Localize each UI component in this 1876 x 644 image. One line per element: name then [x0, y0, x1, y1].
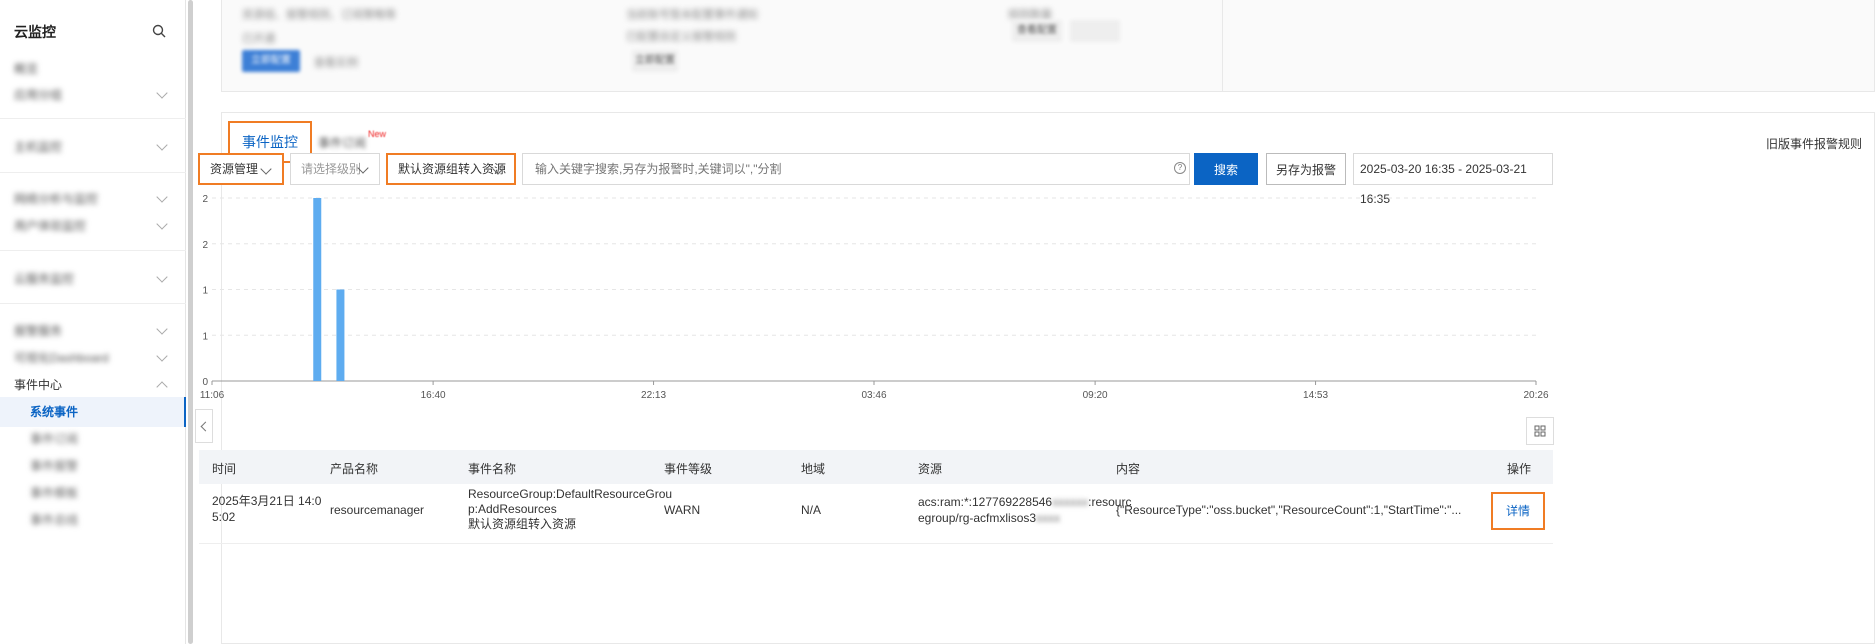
cell-event-name: ResourceGroup:DefaultResourceGrou p:AddR… — [468, 487, 672, 532]
sidebar-item-host-monitor[interactable]: 主机监控 — [14, 138, 174, 156]
level-select-placeholder: 请选择级别 — [301, 162, 362, 176]
date-range-picker[interactable]: 2025-03-20 16:35 - 2025-03-21 16:35 — [1353, 153, 1553, 206]
details-link[interactable]: 详情 — [1491, 492, 1545, 530]
panel-button[interactable]: 立即配置 — [242, 50, 300, 72]
x-tick-label: 03:46 — [861, 390, 886, 401]
panel-button[interactable]: 查看配置 — [1012, 20, 1062, 42]
column-header-product: 产品名称 — [330, 462, 379, 476]
chart-bar — [313, 198, 322, 381]
x-tick-label: 22:13 — [641, 390, 666, 401]
old-rules-link[interactable]: 旧版事件报警规则 — [1766, 135, 1862, 152]
column-settings-button[interactable] — [1526, 417, 1554, 445]
cell-event-name-line: 默认资源组转入资源 — [468, 517, 577, 531]
y-tick-label: 1 — [202, 331, 208, 342]
help-icon[interactable]: ? — [1174, 162, 1186, 174]
search-icon[interactable] — [152, 24, 166, 38]
panel-button[interactable] — [1070, 20, 1120, 42]
cell-event-name-line: ResourceGroup:DefaultResourceGrou — [468, 487, 673, 501]
x-tick-label: 11:06 — [200, 390, 225, 401]
divider — [0, 118, 186, 119]
table-header: 时间 产品名称 事件名称 事件等级 地域 资源 内容 操作 — [199, 450, 1553, 484]
panel-text: 已开通 — [242, 33, 275, 45]
chevron-down-icon — [156, 139, 168, 151]
panel-link[interactable]: 查看实例 — [314, 54, 358, 70]
cell-product: resourcemanager — [330, 503, 425, 517]
event-name-select-value: 默认资源组转入资源 — [398, 162, 507, 176]
sidebar-subitem-event-alerts[interactable]: 事件报警 — [0, 451, 186, 481]
keyword-search-input[interactable] — [522, 153, 1190, 185]
column-header-resource: 资源 — [918, 462, 943, 476]
cell-resource-text: acs:ram:*:127769228546 — [918, 495, 1053, 509]
sidebar-title: 云监控 — [14, 24, 56, 40]
cell-content: {"ResourceType":"oss.bucket","ResourceCo… — [1116, 503, 1462, 517]
save-as-alert-button[interactable]: 另存为报警 — [1266, 153, 1346, 185]
product-select[interactable]: 资源管理 — [198, 153, 284, 185]
column-header-action: 操作 — [1507, 462, 1532, 476]
new-badge: New — [368, 129, 387, 139]
y-tick-label: 1 — [202, 286, 208, 297]
cell-resource: acs:ram:*:127769228546xxxxxx:resourc egr… — [918, 494, 1131, 526]
cell-resource-text: egroup/rg-acfmxlisos3 — [918, 511, 1037, 525]
redacted-text: xxxx — [1036, 511, 1061, 525]
panel-text: 当前账号暂未配置事件通知 — [626, 9, 758, 21]
x-tick-label: 09:20 — [1083, 390, 1108, 401]
x-tick-label: 20:26 — [1523, 390, 1548, 401]
column-header-time: 时间 — [212, 462, 237, 476]
level-select[interactable]: 请选择级别 — [290, 153, 380, 185]
event-name-select[interactable]: 默认资源组转入资源 — [386, 153, 516, 185]
column-header-event-name: 事件名称 — [468, 462, 517, 476]
sidebar-item-app-groups[interactable]: 应用分组 — [14, 86, 174, 104]
product-select-value: 资源管理 — [210, 162, 259, 176]
panel-text: 资源组、报警规则、订阅策略等 — [242, 9, 396, 21]
cell-time-line: 5:02 — [212, 510, 236, 524]
sidebar-subitem-event-subscription[interactable]: 事件订阅 — [0, 424, 186, 454]
tab-event-subscription[interactable]: 事件订阅 — [318, 134, 366, 151]
grid-icon — [1534, 425, 1546, 437]
overview-panel: 资源组、报警规则、订阅策略等 已开通 立即配置 查看实例 当前账号暂未配置事件通… — [221, 0, 1875, 92]
events-bar-chart: 2 2 1 1 0 11:06 16:40 22:13 03:46 09:20 14:53 20:26 — [200, 194, 1549, 401]
column-header-content: 内容 — [1116, 462, 1141, 476]
cell-region: N/A — [801, 503, 822, 517]
chart-bar — [336, 289, 345, 381]
divider — [1222, 0, 1223, 92]
chevron-down-icon — [260, 163, 272, 175]
panel-button[interactable]: 立即配置 — [632, 50, 678, 72]
cell-level: WARN — [664, 503, 701, 517]
panel-text: 已配置自定义报警规则 — [626, 31, 736, 43]
x-tick-label: 14:53 — [1303, 390, 1328, 401]
x-tick-label: 16:40 — [421, 390, 446, 401]
table-row: 2025年3月21日 14:0 5:02 resourcemanager Res… — [199, 484, 1553, 544]
sidebar-item-overview[interactable]: 概览 — [14, 60, 174, 78]
divider — [0, 172, 186, 173]
sidebar-subitem-event-templates[interactable]: 事件模板 — [0, 478, 186, 508]
column-header-region: 地域 — [801, 462, 826, 476]
y-tick-label: 2 — [202, 240, 208, 251]
y-tick-label: 2 — [202, 194, 208, 205]
search-button[interactable]: 搜索 — [1194, 153, 1258, 185]
cell-event-name-line: p:AddResources — [468, 502, 557, 516]
chevron-down-icon — [156, 87, 168, 99]
y-tick-label: 0 — [202, 377, 208, 388]
redacted-text: xxxxxx — [1052, 495, 1089, 509]
column-header-level: 事件等级 — [664, 462, 713, 476]
cell-time-line: 2025年3月21日 14:0 — [212, 494, 322, 508]
sidebar-subitem-event-bus[interactable]: 事件总线 — [0, 505, 186, 535]
cell-time: 2025年3月21日 14:0 5:02 — [212, 493, 321, 525]
